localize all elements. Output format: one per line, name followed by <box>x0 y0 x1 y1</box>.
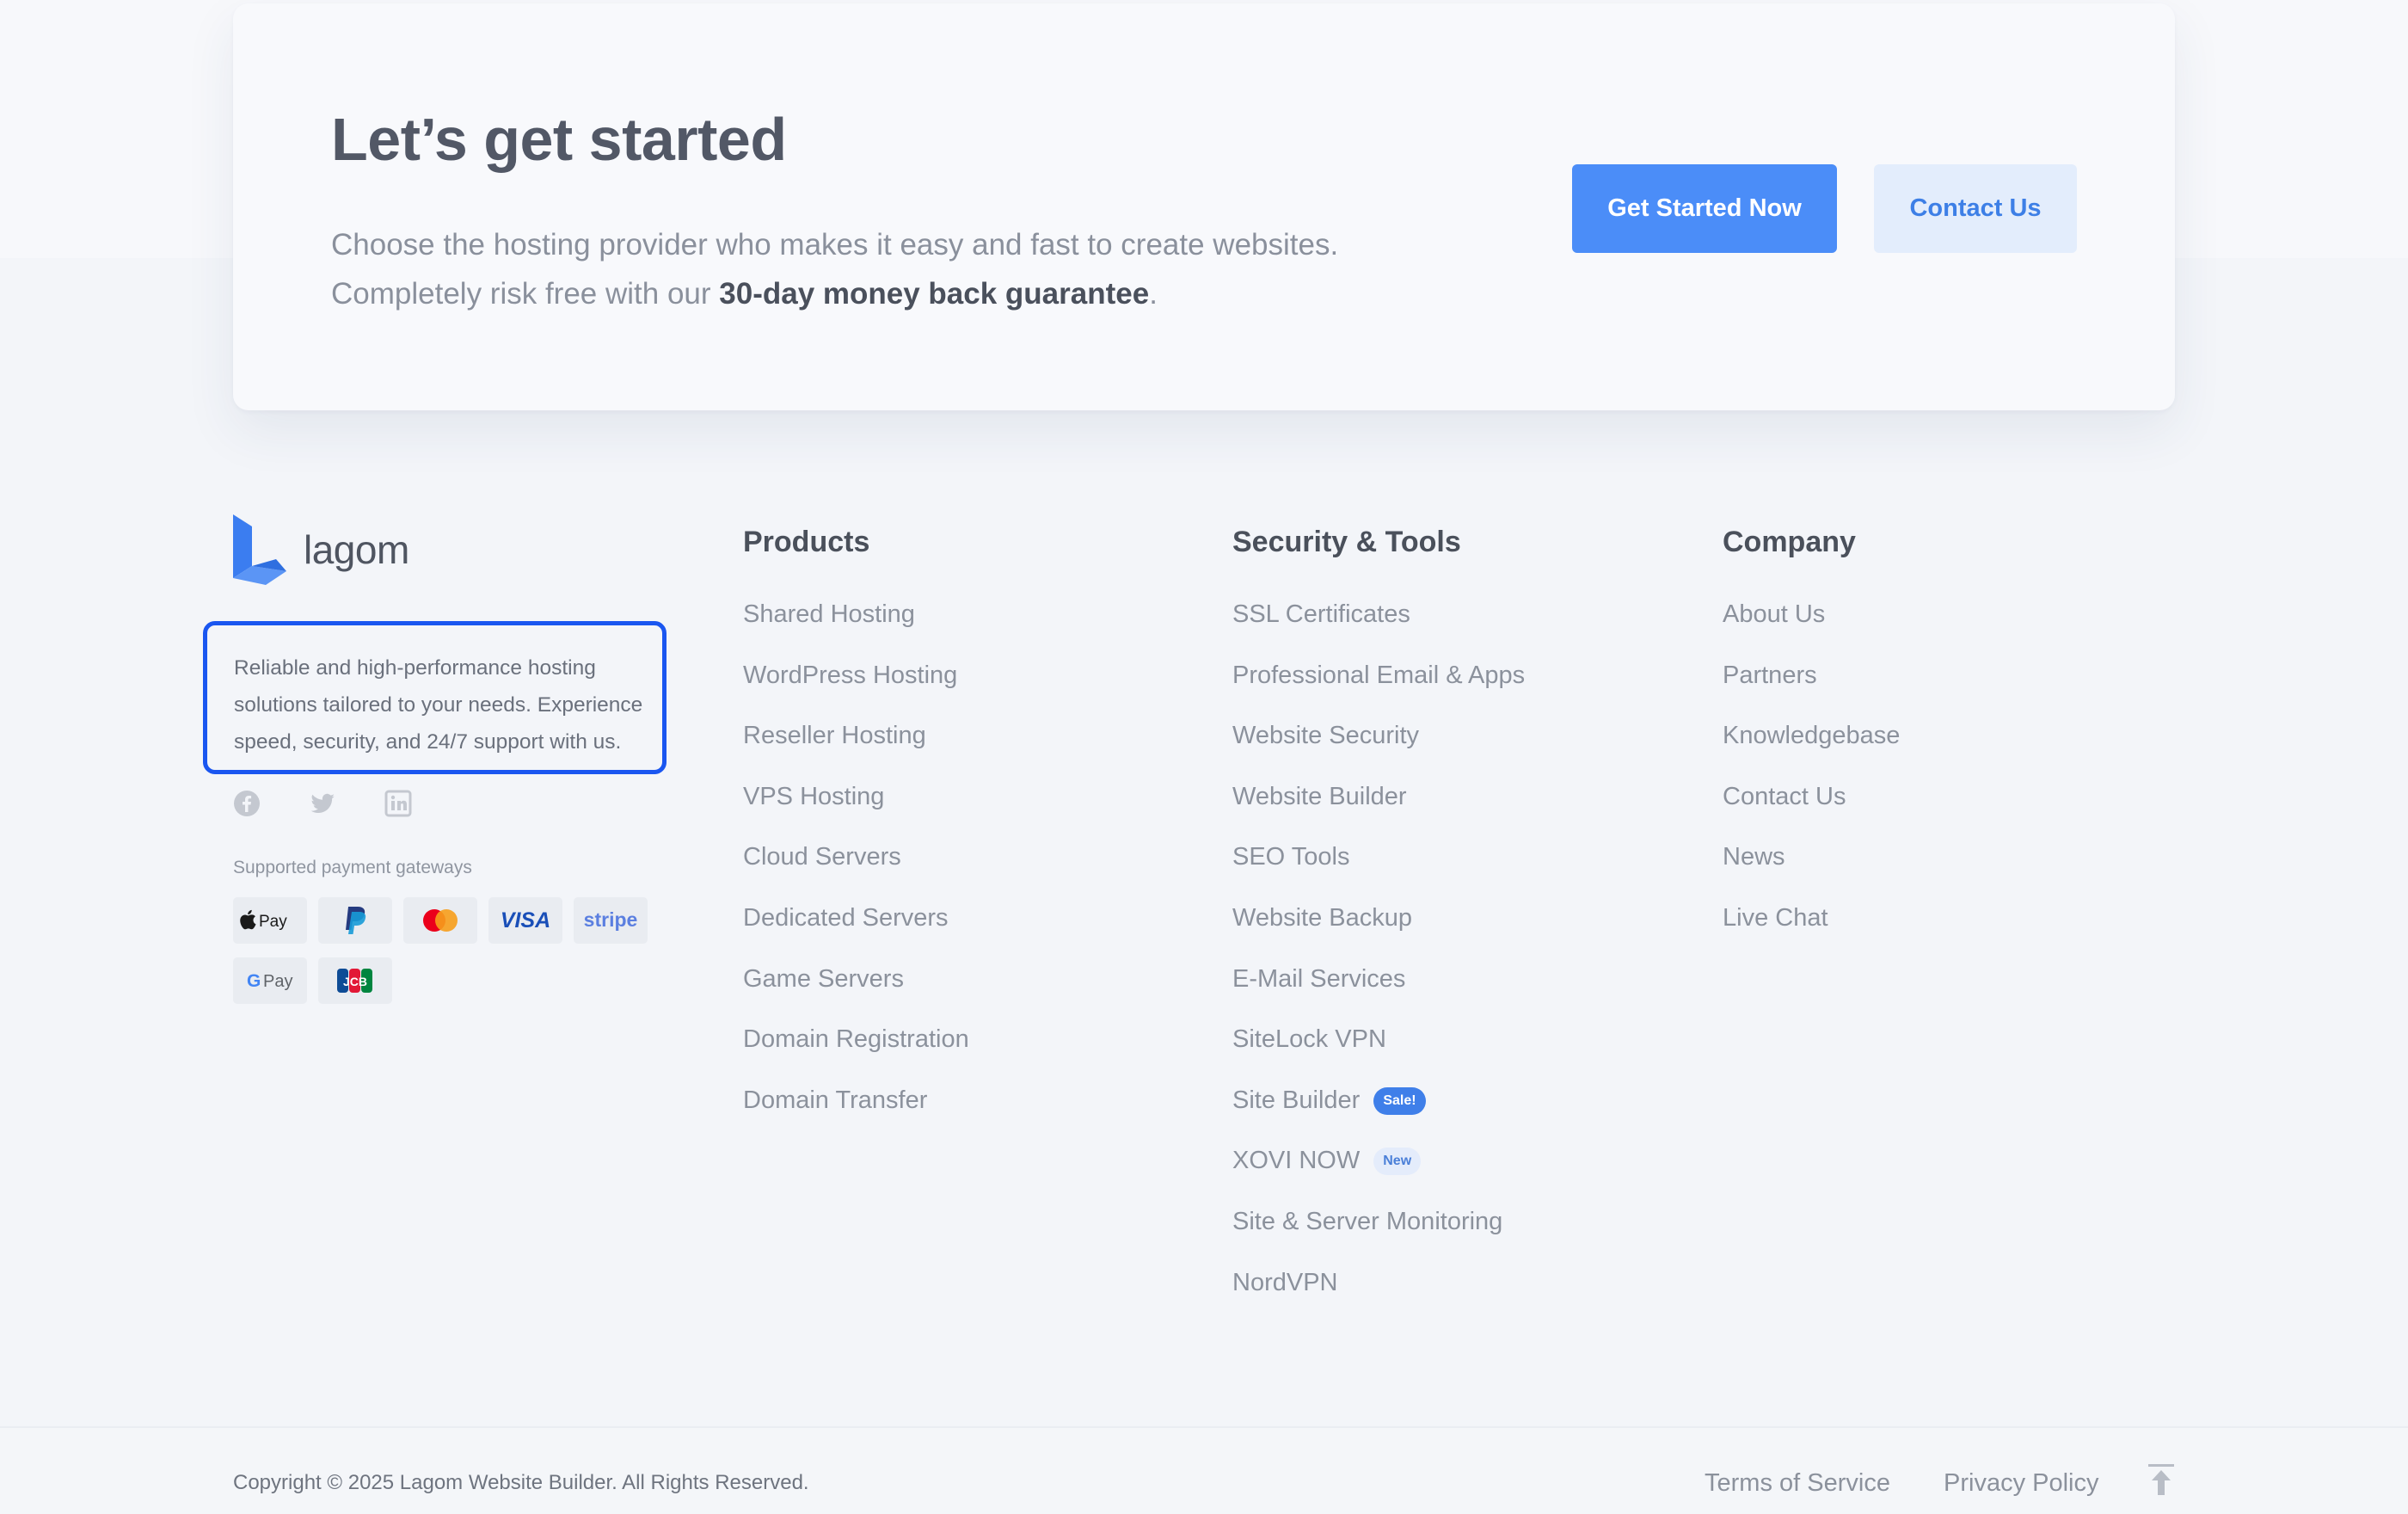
footer-link-about-us[interactable]: About Us <box>1723 594 1900 655</box>
lagom-logo-icon <box>233 514 286 585</box>
payment-gateways: Pay VISA stripe G Pay JCB <box>233 897 648 1004</box>
svg-text:G: G <box>247 971 261 991</box>
footer-link-website-backup[interactable]: Website Backup <box>1232 897 1525 958</box>
get-started-button[interactable]: Get Started Now <box>1572 164 1837 253</box>
jcb-icon: JCB <box>318 957 392 1004</box>
footer-link-domain-transfer[interactable]: Domain Transfer <box>743 1080 969 1141</box>
back-to-top-icon[interactable] <box>2148 1464 2174 1497</box>
svg-text:VISA: VISA <box>501 908 550 932</box>
sale-badge: Sale! <box>1373 1086 1426 1115</box>
linkedin-icon[interactable] <box>384 790 412 817</box>
footer-link-contact-us[interactable]: Contact Us <box>1723 776 1900 837</box>
privacy-policy-link[interactable]: Privacy Policy <box>1944 1469 2099 1498</box>
new-badge: New <box>1373 1148 1422 1176</box>
products-list: Shared Hosting WordPress Hosting Reselle… <box>743 594 969 1140</box>
svg-text:Pay: Pay <box>263 972 292 991</box>
footer-link-dedicated-servers[interactable]: Dedicated Servers <box>743 897 969 958</box>
footer-link-news[interactable]: News <box>1723 836 1900 897</box>
cta-card: Let’s get started Choose the hosting pro… <box>233 3 2175 410</box>
footer-link-partners[interactable]: Partners <box>1723 655 1900 716</box>
products-column: Products Shared Hosting WordPress Hostin… <box>743 521 969 1140</box>
footer-link-game-servers[interactable]: Game Servers <box>743 958 969 1019</box>
footer-link-knowledgebase[interactable]: Knowledgebase <box>1723 715 1900 776</box>
footer-link-ssl-certificates[interactable]: SSL Certificates <box>1232 594 1525 655</box>
google-pay-icon: G Pay <box>233 957 307 1004</box>
footer-link-site-server-monitoring[interactable]: Site & Server Monitoring <box>1232 1201 1525 1262</box>
visa-icon: VISA <box>488 897 562 944</box>
money-back-guarantee: 30-day money back guarantee <box>719 277 1150 311</box>
cta-desc-line2-suffix: . <box>1149 277 1158 311</box>
company-list: About Us Partners Knowledgebase Contact … <box>1723 594 1900 958</box>
cta-desc-line1: Choose the hosting provider who makes it… <box>331 228 1339 262</box>
svg-text:Pay: Pay <box>259 913 287 931</box>
mastercard-icon <box>403 897 477 944</box>
footer-link-site-builder[interactable]: Site Builder Sale! <box>1232 1080 1525 1141</box>
footer-link-email-services[interactable]: E-Mail Services <box>1232 958 1525 1019</box>
footer-link-seo-tools[interactable]: SEO Tools <box>1232 836 1525 897</box>
footer-link-professional-email[interactable]: Professional Email & Apps <box>1232 655 1525 716</box>
footer-link-website-builder[interactable]: Website Builder <box>1232 776 1525 837</box>
footer-link-xovi-now[interactable]: XOVI NOW New <box>1232 1140 1525 1201</box>
footer-link-nordvpn[interactable]: NordVPN <box>1232 1262 1525 1323</box>
cta-description: Choose the hosting provider who makes it… <box>331 220 1449 318</box>
svg-text:stripe: stripe <box>584 908 638 931</box>
social-links <box>233 790 412 817</box>
payment-gateways-label: Supported payment gateways <box>233 858 472 877</box>
footer-link-domain-registration[interactable]: Domain Registration <box>743 1019 969 1080</box>
contact-us-button[interactable]: Contact Us <box>1874 164 2077 253</box>
footer-link-wordpress-hosting[interactable]: WordPress Hosting <box>743 655 969 716</box>
cta-desc-line2-prefix: Completely risk free with our <box>331 277 720 311</box>
footer-link-cloud-servers[interactable]: Cloud Servers <box>743 836 969 897</box>
security-tools-list: SSL Certificates Professional Email & Ap… <box>1232 594 1525 1322</box>
footer-link-website-security[interactable]: Website Security <box>1232 715 1525 776</box>
products-heading: Products <box>743 526 870 558</box>
facebook-icon[interactable] <box>233 790 261 817</box>
apple-pay-icon: Pay <box>233 897 307 944</box>
footer-link-reseller-hosting[interactable]: Reseller Hosting <box>743 715 969 776</box>
copyright-text: Copyright © 2025 Lagom Website Builder. … <box>233 1471 809 1494</box>
svg-text:JCB: JCB <box>343 975 367 988</box>
security-tools-column: Security & Tools SSL Certificates Profes… <box>1232 521 1525 1322</box>
brand-name: lagom <box>304 527 409 572</box>
cta-title: Let’s get started <box>331 106 787 173</box>
twitter-icon[interactable] <box>309 790 336 817</box>
brand[interactable]: lagom <box>233 514 409 585</box>
footer-link-vps-hosting[interactable]: VPS Hosting <box>743 776 969 837</box>
security-tools-heading: Security & Tools <box>1232 526 1461 558</box>
brand-description: Reliable and high-performance hosting so… <box>203 621 666 774</box>
paypal-icon <box>318 897 392 944</box>
footer-link-live-chat[interactable]: Live Chat <box>1723 897 1900 958</box>
footer-bar: Copyright © 2025 Lagom Website Builder. … <box>0 1426 2408 1514</box>
company-column: Company About Us Partners Knowledgebase … <box>1723 521 1900 958</box>
terms-of-service-link[interactable]: Terms of Service <box>1705 1469 1890 1498</box>
footer-link-sitelock-vpn[interactable]: SiteLock VPN <box>1232 1019 1525 1080</box>
company-heading: Company <box>1723 526 1856 558</box>
stripe-icon: stripe <box>574 897 648 944</box>
footer-link-shared-hosting[interactable]: Shared Hosting <box>743 594 969 655</box>
